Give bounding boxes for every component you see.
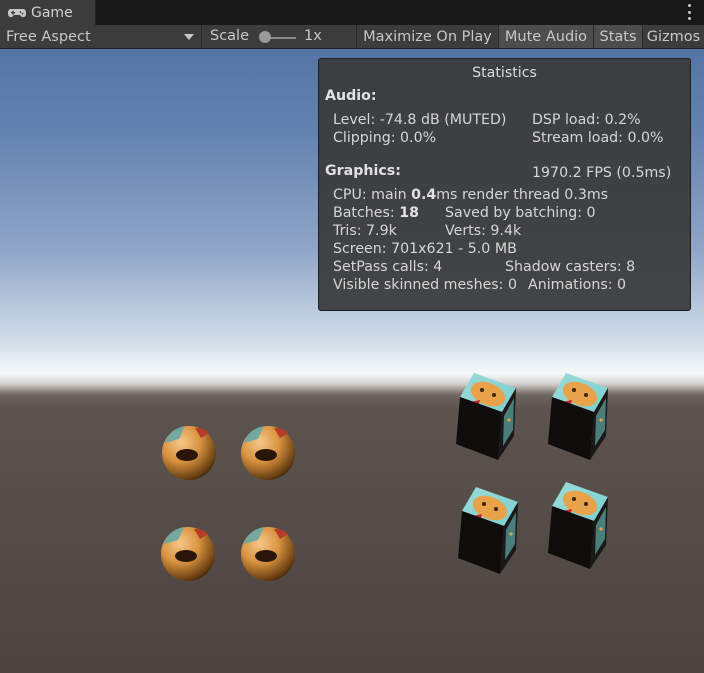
cpu-suffix: ms render thread 0.3ms	[436, 187, 609, 203]
scale-value: 1x	[304, 28, 322, 44]
cube-object[interactable]	[458, 487, 518, 574]
batches-value: 18	[399, 205, 419, 221]
sphere-object[interactable]	[162, 426, 216, 480]
graphics-heading: Graphics:	[325, 163, 401, 179]
tab-bar: Game	[0, 0, 704, 26]
gizmos-label: Gizmos	[646, 28, 701, 45]
statistics-panel: Statistics Audio: Level: -74.8 dB (MUTED…	[318, 58, 691, 311]
maximize-on-play-button[interactable]: Maximize On Play	[356, 25, 498, 48]
cpu-prefix: CPU: main	[333, 187, 412, 203]
gamepad-icon	[8, 8, 26, 17]
sphere-object[interactable]	[161, 527, 215, 581]
game-window: Game Free Aspect Scale 1x Maximize On Pl…	[0, 0, 704, 673]
aspect-dropdown[interactable]: Free Aspect	[0, 25, 202, 48]
sphere-object[interactable]	[241, 527, 295, 581]
dsp-load: DSP load: 0.2%	[532, 112, 641, 128]
saved-by-batching: Saved by batching: 0	[445, 205, 596, 221]
cube-object[interactable]	[548, 482, 608, 569]
audio-heading: Audio:	[325, 88, 377, 104]
mute-audio-button[interactable]: Mute Audio	[498, 25, 593, 48]
animations-count: Animations: 0	[528, 277, 627, 293]
verts-count: Verts: 9.4k	[445, 223, 522, 239]
gizmos-button[interactable]: Gizmos	[642, 25, 704, 48]
kebab-menu-icon[interactable]	[686, 4, 692, 20]
stream-load: Stream load: 0.0%	[532, 130, 664, 146]
aspect-dropdown-value: Free Aspect	[6, 28, 91, 45]
cube-object[interactable]	[456, 373, 516, 460]
cpu-line: CPU: main 0.4ms render thread 0.3ms	[333, 187, 608, 203]
cpu-main-value: 0.4	[411, 187, 437, 203]
cube-object[interactable]	[548, 373, 608, 460]
sphere-object[interactable]	[241, 426, 295, 480]
visible-skinned-meshes: Visible skinned meshes: 0	[333, 277, 518, 293]
setpass-calls: SetPass calls: 4	[333, 259, 443, 275]
tab-game[interactable]: Game	[0, 0, 96, 25]
shadow-casters: Shadow casters: 8	[505, 259, 636, 275]
maximize-on-play-label: Maximize On Play	[363, 28, 492, 45]
batches-prefix: Batches:	[333, 205, 400, 221]
tris-count: Tris: 7.9k	[333, 223, 397, 239]
batches-line: Batches: 18	[333, 205, 419, 221]
scale-label: Scale	[210, 28, 250, 44]
game-toolbar: Free Aspect Scale 1x Maximize On Play Mu…	[0, 25, 704, 49]
fps-readout: 1970.2 FPS (0.5ms)	[532, 165, 672, 181]
chevron-down-icon	[184, 34, 194, 40]
mute-audio-label: Mute Audio	[504, 28, 588, 45]
audio-clipping: Clipping: 0.0%	[333, 130, 437, 146]
scale-slider-thumb[interactable]	[259, 31, 271, 43]
stats-label: Stats	[599, 28, 637, 45]
statistics-title: Statistics	[472, 65, 537, 81]
stats-button[interactable]: Stats	[593, 25, 642, 48]
tab-game-label: Game	[31, 4, 73, 21]
audio-level: Level: -74.8 dB (MUTED)	[333, 112, 507, 128]
screen-info: Screen: 701x621 - 5.0 MB	[333, 241, 517, 257]
